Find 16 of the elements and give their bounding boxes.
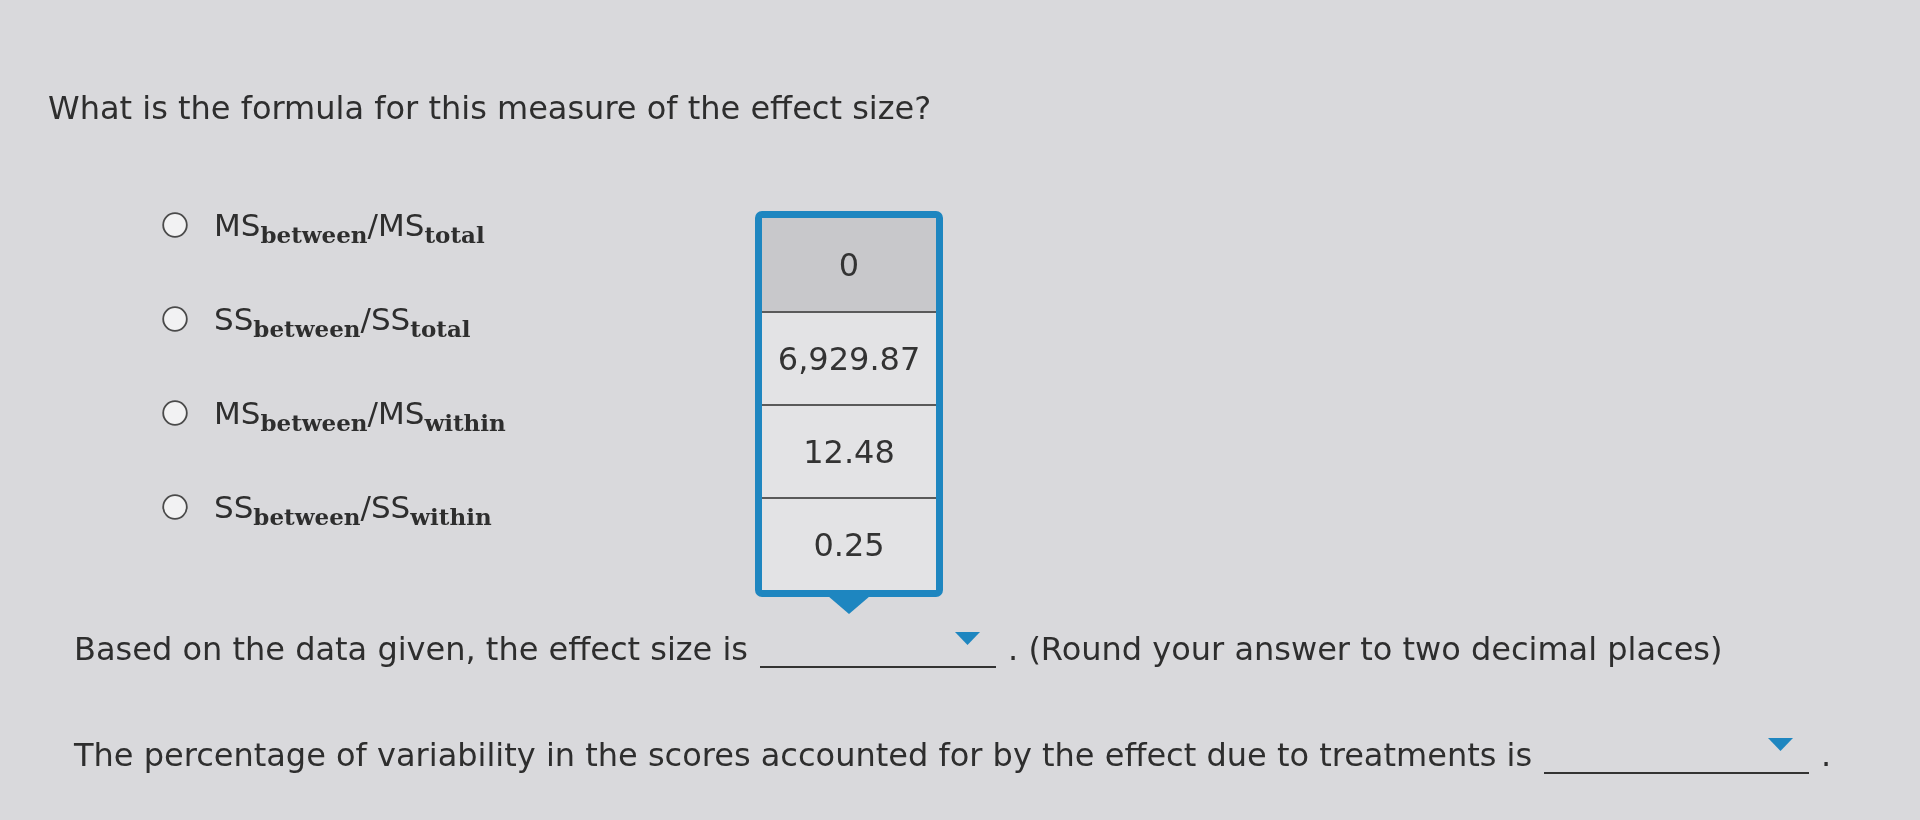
radio-button[interactable] (162, 400, 188, 426)
radio-button[interactable] (162, 306, 188, 332)
option-label: MS$_{between}$/MS$_{within}$ (214, 394, 506, 435)
dropdown-option[interactable]: 0 (762, 218, 937, 311)
radio-button[interactable] (162, 494, 188, 520)
question-text: What is the formula for this measure of the effect size? (48, 89, 932, 127)
caret-icon (1768, 738, 1794, 751)
option-label: MS$_{between}$/MS$_{total}$ (214, 206, 485, 247)
answer-prompt: Based on the data given, the effect size is (74, 630, 749, 668)
option-label: SS$_{between}$/SS$_{within}$ (214, 488, 492, 529)
caret-icon (955, 632, 981, 645)
answer-note: . (1821, 736, 1832, 774)
radio-button[interactable] (162, 212, 188, 238)
answer-prompt: The percentage of variability in the scores accounted for by the effect due to treatments is (74, 736, 1533, 774)
option-label: SS$_{between}$/SS$_{total}$ (214, 300, 471, 341)
answer-note: . (Round your answer to two decimal places) (1008, 630, 1723, 668)
